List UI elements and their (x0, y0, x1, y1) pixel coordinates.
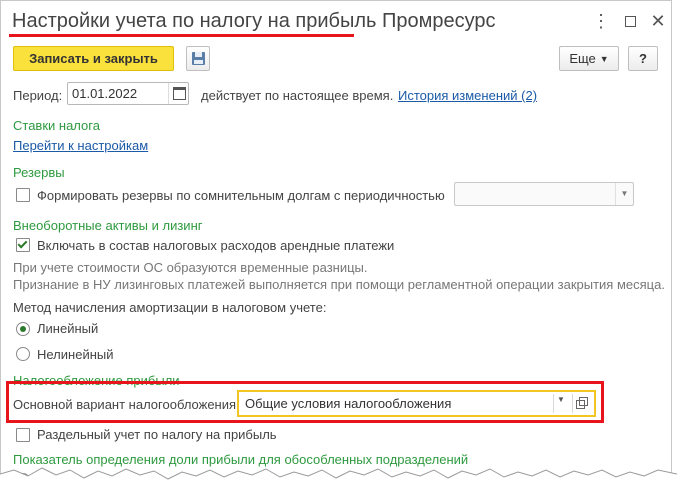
depreciation-label: Метод начисления амортизации в налоговом… (13, 300, 327, 315)
reserves-checkbox-label: Формировать резервы по сомнительным долг… (37, 188, 445, 203)
radio-linear-label: Линейный (37, 321, 99, 336)
radio-selected-dot (20, 326, 26, 332)
title-highlight-underline (9, 34, 354, 37)
radio-linear[interactable] (16, 322, 30, 336)
reserves-heading: Резервы (13, 165, 65, 180)
floppy-disk-icon (192, 52, 205, 65)
assets-note-1: При учете стоимости ОС образуются времен… (13, 260, 368, 275)
more-button-label: Еще (569, 51, 596, 66)
main-taxation-select[interactable]: Общие условия налогообложения ▼ (237, 390, 596, 417)
field-separator (553, 394, 554, 413)
lease-payments-checkbox[interactable] (16, 238, 30, 252)
main-taxation-label: Основной вариант налогообложения: (13, 397, 240, 412)
separate-accounting-label: Раздельный учет по налогу на прибыль (37, 427, 277, 442)
open-form-icon[interactable] (576, 397, 588, 409)
title-bar: Настройки учета по налогу на прибыль Про… (1, 1, 671, 43)
help-button[interactable]: ? (628, 46, 658, 71)
chevron-down-icon: ▼ (615, 183, 633, 205)
close-icon[interactable]: ✕ (648, 11, 668, 31)
settings-link[interactable]: Перейти к настройкам (13, 138, 148, 153)
history-link[interactable]: История изменений (2) (398, 88, 537, 103)
period-label: Период: (13, 88, 63, 103)
window-title: Настройки учета по налогу на прибыль Про… (12, 10, 496, 32)
torn-edge (0, 467, 677, 491)
save-and-close-button[interactable]: Записать и закрыть (13, 46, 174, 71)
maximize-icon[interactable] (620, 11, 640, 31)
lease-payments-label: Включать в состав налоговых расходов аре… (37, 238, 395, 253)
caret-down-icon: ▼ (599, 54, 609, 64)
period-value: 01.01.2022 (72, 86, 138, 101)
more-vertical-icon[interactable]: ⋮ (591, 11, 611, 31)
field-separator (168, 83, 169, 104)
chevron-down-icon[interactable]: ▼ (557, 395, 565, 404)
checkmark-icon (17, 238, 28, 249)
radio-nonlinear[interactable] (16, 347, 30, 361)
radio-nonlinear-label: Нелинейный (37, 347, 114, 362)
period-note: действует по настоящее время. (201, 88, 394, 103)
reserves-checkbox[interactable] (16, 188, 30, 202)
separate-accounting-checkbox[interactable] (16, 428, 30, 442)
period-field[interactable]: 01.01.2022 (67, 82, 189, 105)
calendar-icon[interactable] (173, 87, 186, 100)
tax-rates-heading: Ставки налога (13, 118, 100, 133)
settings-window: Настройки учета по налогу на прибыль Про… (0, 0, 672, 491)
assets-note-2: Признание в НУ лизинговых платежей выпол… (13, 277, 665, 292)
assets-heading: Внеоборотные активы и лизинг (13, 218, 203, 233)
reserves-period-select[interactable]: ▼ (454, 182, 634, 206)
main-taxation-value: Общие условия налогообложения (245, 396, 452, 411)
field-separator (572, 394, 573, 413)
save-button[interactable] (186, 46, 210, 71)
more-button[interactable]: Еще ▼ (559, 46, 619, 71)
